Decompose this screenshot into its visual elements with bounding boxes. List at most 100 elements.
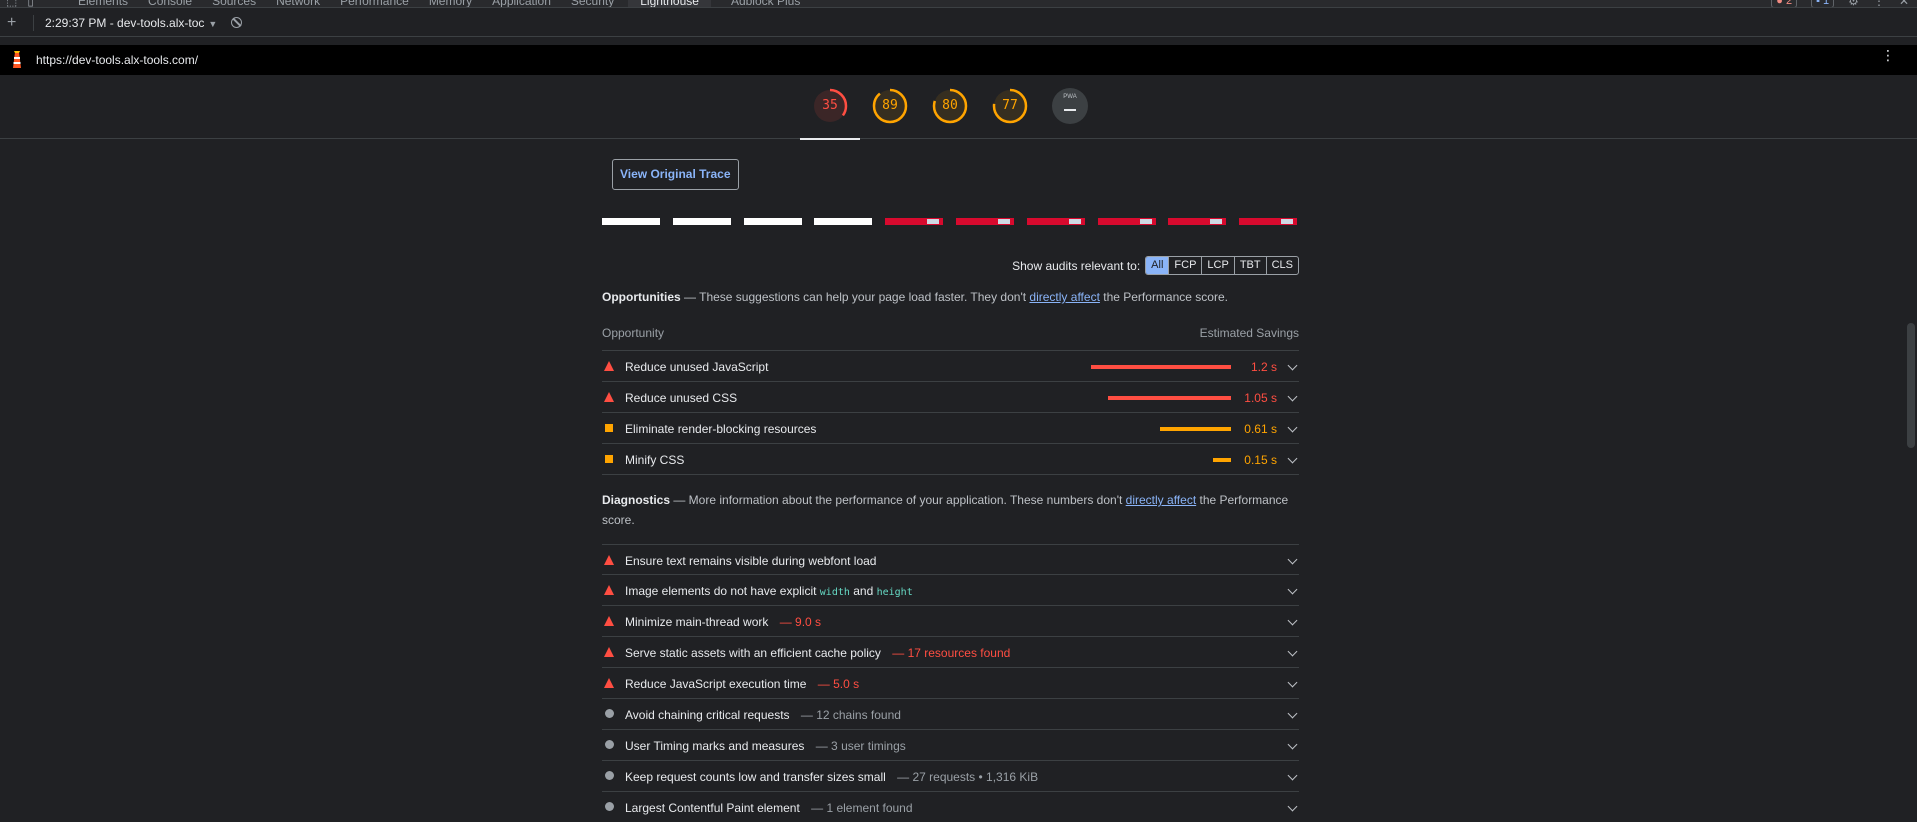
info-circle-icon [605, 802, 614, 811]
report-dropdown-label: 2:29:37 PM - dev-tools.alx-toc [45, 15, 205, 30]
error-count: 2 [1785, 0, 1793, 7]
opportunities-desc-prefix: — These suggestions can help your page l… [680, 290, 1030, 304]
directly-affect-link[interactable]: directly affect [1126, 493, 1196, 507]
scrollbar-thumb[interactable] [1907, 323, 1915, 448]
filmstrip-frame [885, 218, 944, 225]
score-value: 77 [1002, 98, 1018, 113]
diagnostic-row[interactable]: Image elements do not have explicit widt… [602, 575, 1299, 606]
audit-display-value: — 1 element found [807, 801, 913, 815]
filmstrip-frame [602, 218, 660, 225]
filter-lcp-button[interactable]: LCP [1202, 257, 1235, 274]
expand-chevron-icon[interactable] [1287, 677, 1298, 688]
expand-chevron-icon[interactable] [1287, 770, 1298, 781]
estimated-savings: 1.2 s [1250, 360, 1277, 374]
severity-indicator [604, 555, 614, 565]
devtools-tab[interactable]: Network [262, 0, 320, 7]
filmstrip-frame [1097, 218, 1156, 225]
devtools-tab[interactable]: Lighthouse [628, 0, 711, 7]
fail-triangle-icon [604, 616, 614, 626]
diagnostic-row[interactable]: Reduce JavaScript execution time — 5.0 s [602, 668, 1299, 699]
savings-column-label: Estimated Savings [1199, 326, 1299, 340]
audit-title: Minify CSS [625, 453, 685, 467]
opportunity-row[interactable]: Reduce unused JavaScript 1.2 s [602, 351, 1299, 382]
diagnostic-row[interactable]: Ensure text remains visible during webfo… [602, 544, 1299, 575]
clear-reports-icon[interactable] [231, 17, 243, 28]
selected-score-indicator [800, 138, 860, 140]
estimated-savings: 1.05 s [1244, 391, 1277, 405]
devtools-tab[interactable]: Performance [326, 0, 409, 7]
close-devtools-icon[interactable]: ✕ [1899, 0, 1909, 7]
audited-url[interactable]: https://dev-tools.alx-tools.com/ [36, 53, 198, 67]
expand-chevron-icon[interactable] [1287, 554, 1298, 565]
diagnostic-row[interactable]: User Timing marks and measures — 3 user … [602, 730, 1299, 761]
severity-indicator [604, 392, 614, 402]
expand-chevron-icon[interactable] [1287, 708, 1298, 719]
filter-all-button[interactable]: All [1146, 257, 1170, 274]
devtools-tab[interactable]: Adblock Plus [717, 0, 800, 7]
score-gauge-seo[interactable]: 77 [992, 88, 1028, 124]
audit-title: Reduce unused JavaScript [625, 360, 769, 374]
devtools-tab[interactable]: Memory [415, 0, 472, 7]
filter-tbt-button[interactable]: TBT [1235, 257, 1267, 274]
report-menu-icon[interactable]: ⋮ [1881, 48, 1895, 62]
audit-title-text: Serve static assets with an efficient ca… [625, 646, 881, 660]
diagnostic-row[interactable]: Largest Contentful Paint element — 1 ele… [602, 792, 1299, 822]
savings-bar [1160, 427, 1231, 431]
expand-chevron-icon[interactable] [1287, 391, 1298, 402]
devtools-tab[interactable]: Sources [198, 0, 256, 7]
expand-chevron-icon[interactable] [1287, 739, 1298, 750]
score-gauge-performance[interactable]: 35 [812, 88, 848, 124]
expand-chevron-icon[interactable] [1287, 801, 1298, 812]
inspect-element-icon[interactable]: ⬚ [6, 0, 17, 7]
filmstrip-frame [743, 218, 802, 225]
devtools-tab[interactable]: Application [478, 0, 551, 7]
severity-indicator [604, 647, 614, 657]
filter-fcp-button[interactable]: FCP [1169, 257, 1203, 274]
audit-title: Minimize main-thread work — 9.0 s [625, 615, 821, 629]
audit-title: Ensure text remains visible during webfo… [625, 554, 876, 568]
devtools-tab[interactable]: Security [557, 0, 614, 7]
severity-indicator [604, 361, 614, 371]
device-toolbar-icon[interactable]: ▯ [27, 0, 34, 7]
info-circle-icon [605, 709, 614, 718]
expand-chevron-icon[interactable] [1287, 422, 1298, 433]
opportunity-row[interactable]: Reduce unused CSS 1.05 s [602, 382, 1299, 413]
issue-count-badge[interactable]: ▪ 1 [1811, 0, 1835, 7]
devtools-right-controls: ● 2 ▪ 1 ⚙ ⋮ ✕ [1771, 0, 1909, 7]
devtools-tab[interactable]: Console [134, 0, 192, 7]
expand-chevron-icon[interactable] [1287, 584, 1298, 595]
severity-indicator [604, 423, 613, 432]
view-original-trace-button[interactable]: View Original Trace [612, 159, 739, 190]
devtools-tab-bar: ⬚ ▯ Elements Console Sources Network Perform… [0, 0, 1917, 8]
diagnostic-row[interactable]: Avoid chaining critical requests — 12 ch… [602, 699, 1299, 730]
expand-chevron-icon[interactable] [1287, 615, 1298, 626]
error-count-badge[interactable]: ● 2 [1771, 0, 1798, 7]
audit-title-text: User Timing marks and measures [625, 739, 805, 753]
diagnostic-row[interactable]: Serve static assets with an efficient ca… [602, 637, 1299, 668]
info-circle-icon [605, 740, 614, 749]
devtools-tab[interactable]: Elements [64, 0, 128, 7]
opportunity-row[interactable]: Minify CSS 0.15 s [602, 444, 1299, 475]
settings-gear-icon[interactable]: ⚙ [1848, 0, 1859, 7]
pwa-dash [1064, 109, 1076, 111]
diagnostic-row[interactable]: Minimize main-thread work — 9.0 s [602, 606, 1299, 637]
score-gauge-best-practices[interactable]: 80 [932, 88, 968, 124]
score-gauge-pwa[interactable]: PWA [1052, 88, 1088, 124]
opportunity-row[interactable]: Eliminate render-blocking resources 0.61 … [602, 413, 1299, 444]
diagnostic-row[interactable]: Keep request counts low and transfer siz… [602, 761, 1299, 792]
expand-chevron-icon[interactable] [1287, 360, 1298, 371]
expand-chevron-icon[interactable] [1287, 453, 1298, 464]
more-options-icon[interactable]: ⋮ [1873, 0, 1885, 7]
expand-chevron-icon[interactable] [1287, 646, 1298, 657]
average-square-icon [605, 455, 613, 463]
directly-affect-link[interactable]: directly affect [1029, 290, 1099, 304]
report-dropdown[interactable]: 2:29:37 PM - dev-tools.alx-toc ▼ [45, 16, 217, 30]
report-scrollbar[interactable] [1905, 139, 1917, 822]
filter-cls-button[interactable]: CLS [1267, 257, 1298, 274]
audit-title: Image elements do not have explicit widt… [625, 584, 913, 598]
score-gauge-accessibility[interactable]: 89 [872, 88, 908, 124]
severity-indicator [604, 771, 614, 780]
new-report-button[interactable]: + [7, 14, 21, 32]
audit-title: Reduce unused CSS [625, 391, 738, 405]
pwa-label: PWA [1063, 94, 1077, 100]
